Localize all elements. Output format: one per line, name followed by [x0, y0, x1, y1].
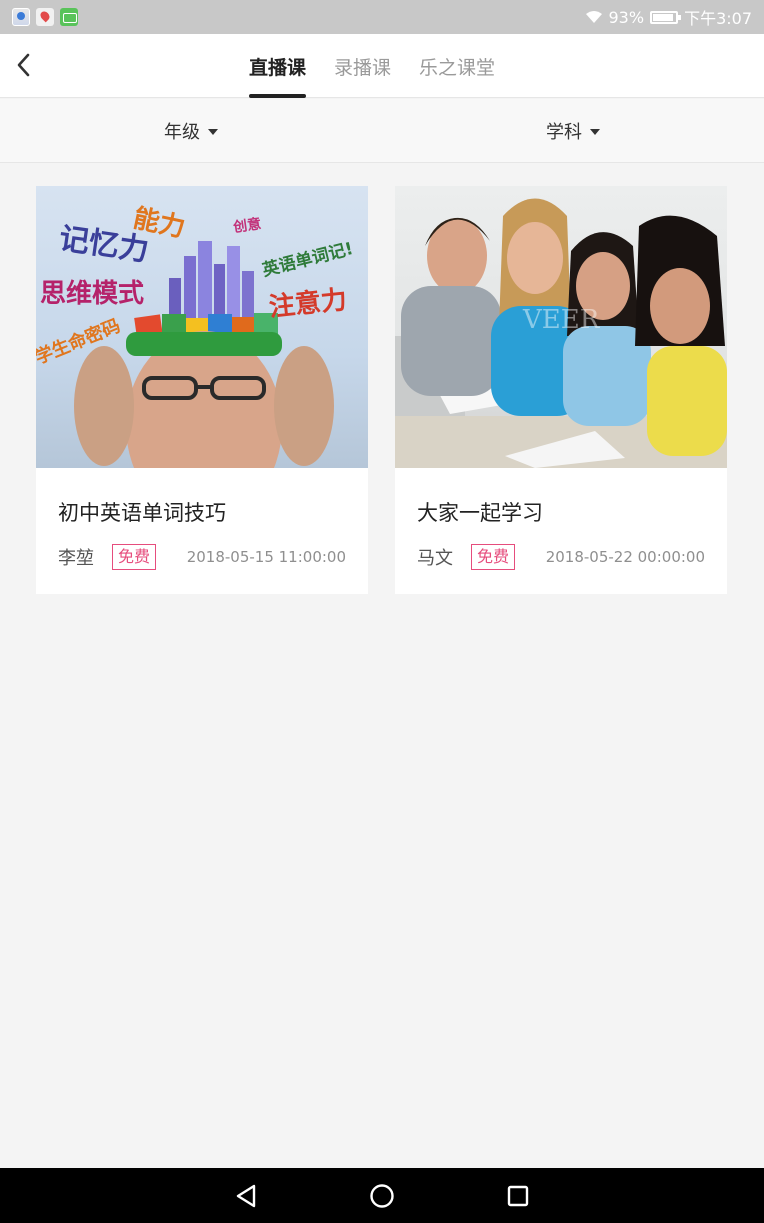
- messaging-app-icon: [60, 8, 78, 26]
- system-status: 93% 下午3:07: [585, 5, 752, 29]
- circle-home-icon: [370, 1183, 394, 1208]
- video-app-icon: [12, 8, 30, 26]
- course-datetime: 2018-05-22 00:00:00: [545, 548, 705, 566]
- battery-icon: [650, 10, 682, 24]
- course-datetime: 2018-05-15 11:00:00: [186, 548, 346, 566]
- students-photo: VEER: [395, 198, 727, 468]
- square-recents-icon: [507, 1185, 529, 1206]
- thumbnail-word: 思维模式: [40, 278, 144, 309]
- thumbnail-word: 英语单词记!: [260, 238, 355, 281]
- triangle-back-icon: [236, 1184, 256, 1207]
- caret-down-icon: [590, 128, 600, 135]
- subject-filter-dropdown[interactable]: 学科: [382, 99, 764, 162]
- course-card[interactable]: 记忆力 能力 创意 英语单词记! 思维模式 注意力 学生命密码 初中英语单词技巧…: [36, 186, 368, 594]
- teacher-name: 马文: [417, 548, 453, 569]
- system-nav-bar: [0, 1168, 764, 1223]
- header: 直播课 录播课 乐之课堂: [0, 34, 764, 98]
- battery-level: [653, 13, 674, 21]
- teacher-name: 李堃: [58, 548, 94, 569]
- wifi-icon: [585, 11, 602, 23]
- course-info: 初中英语单词技巧 李堃 免费 2018-05-15 11:00:00: [36, 499, 368, 572]
- course-tabs: 直播课 录播课 乐之课堂: [0, 34, 764, 98]
- tab-recorded-course[interactable]: 录播课: [334, 34, 391, 98]
- clock: 下午3:07: [684, 9, 752, 28]
- filter-bar: 年级 学科: [0, 99, 764, 163]
- caret-down-icon: [208, 128, 218, 135]
- battery-percent: 93%: [608, 7, 645, 27]
- grade-filter-label: 年级: [164, 121, 200, 143]
- thumbnail-word: 创意: [231, 215, 262, 236]
- screen: 93% 下午3:07 直播课 录播课 乐之课堂 年级 学科 记忆力 能力 创意 …: [0, 0, 764, 1223]
- course-title: 初中英语单词技巧: [58, 501, 226, 525]
- course-thumbnail: 记忆力 能力 创意 英语单词记! 思维模式 注意力 学生命密码: [36, 186, 368, 468]
- nav-back-button[interactable]: [232, 1182, 260, 1210]
- course-list: 记忆力 能力 创意 英语单词记! 思维模式 注意力 学生命密码 初中英语单词技巧…: [36, 186, 727, 594]
- subject-filter-label: 学科: [546, 121, 582, 143]
- thumbnail-word: 注意力: [267, 284, 348, 323]
- veer-watermark: VEER: [522, 305, 601, 335]
- grade-filter-dropdown[interactable]: 年级: [0, 99, 382, 162]
- thumbnail-illustration: 记忆力 能力 创意 英语单词记! 思维模式 注意力 学生命密码: [36, 203, 355, 468]
- tab-lezhi-classroom[interactable]: 乐之课堂: [419, 34, 495, 98]
- notification-icons: [12, 8, 78, 26]
- course-info: 大家一起学习 马文 免费 2018-05-22 00:00:00: [395, 499, 727, 572]
- course-meta: 李堃 免费 2018-05-15 11:00:00: [58, 542, 346, 572]
- maps-app-icon: [36, 8, 54, 26]
- course-meta: 马文 免费 2018-05-22 00:00:00: [417, 542, 705, 572]
- course-thumbnail: VEER: [395, 186, 727, 468]
- nav-home-button[interactable]: [368, 1182, 396, 1210]
- status-bar: 93% 下午3:07: [0, 0, 764, 34]
- free-badge: 免费: [112, 544, 157, 570]
- nav-recents-button[interactable]: [504, 1182, 532, 1210]
- course-title: 大家一起学习: [417, 501, 543, 525]
- tab-live-course[interactable]: 直播课: [248, 34, 306, 98]
- course-card[interactable]: VEER 大家一起学习 马文 免费 2018-05-22 00:00:00: [395, 186, 727, 594]
- free-badge: 免费: [471, 544, 516, 570]
